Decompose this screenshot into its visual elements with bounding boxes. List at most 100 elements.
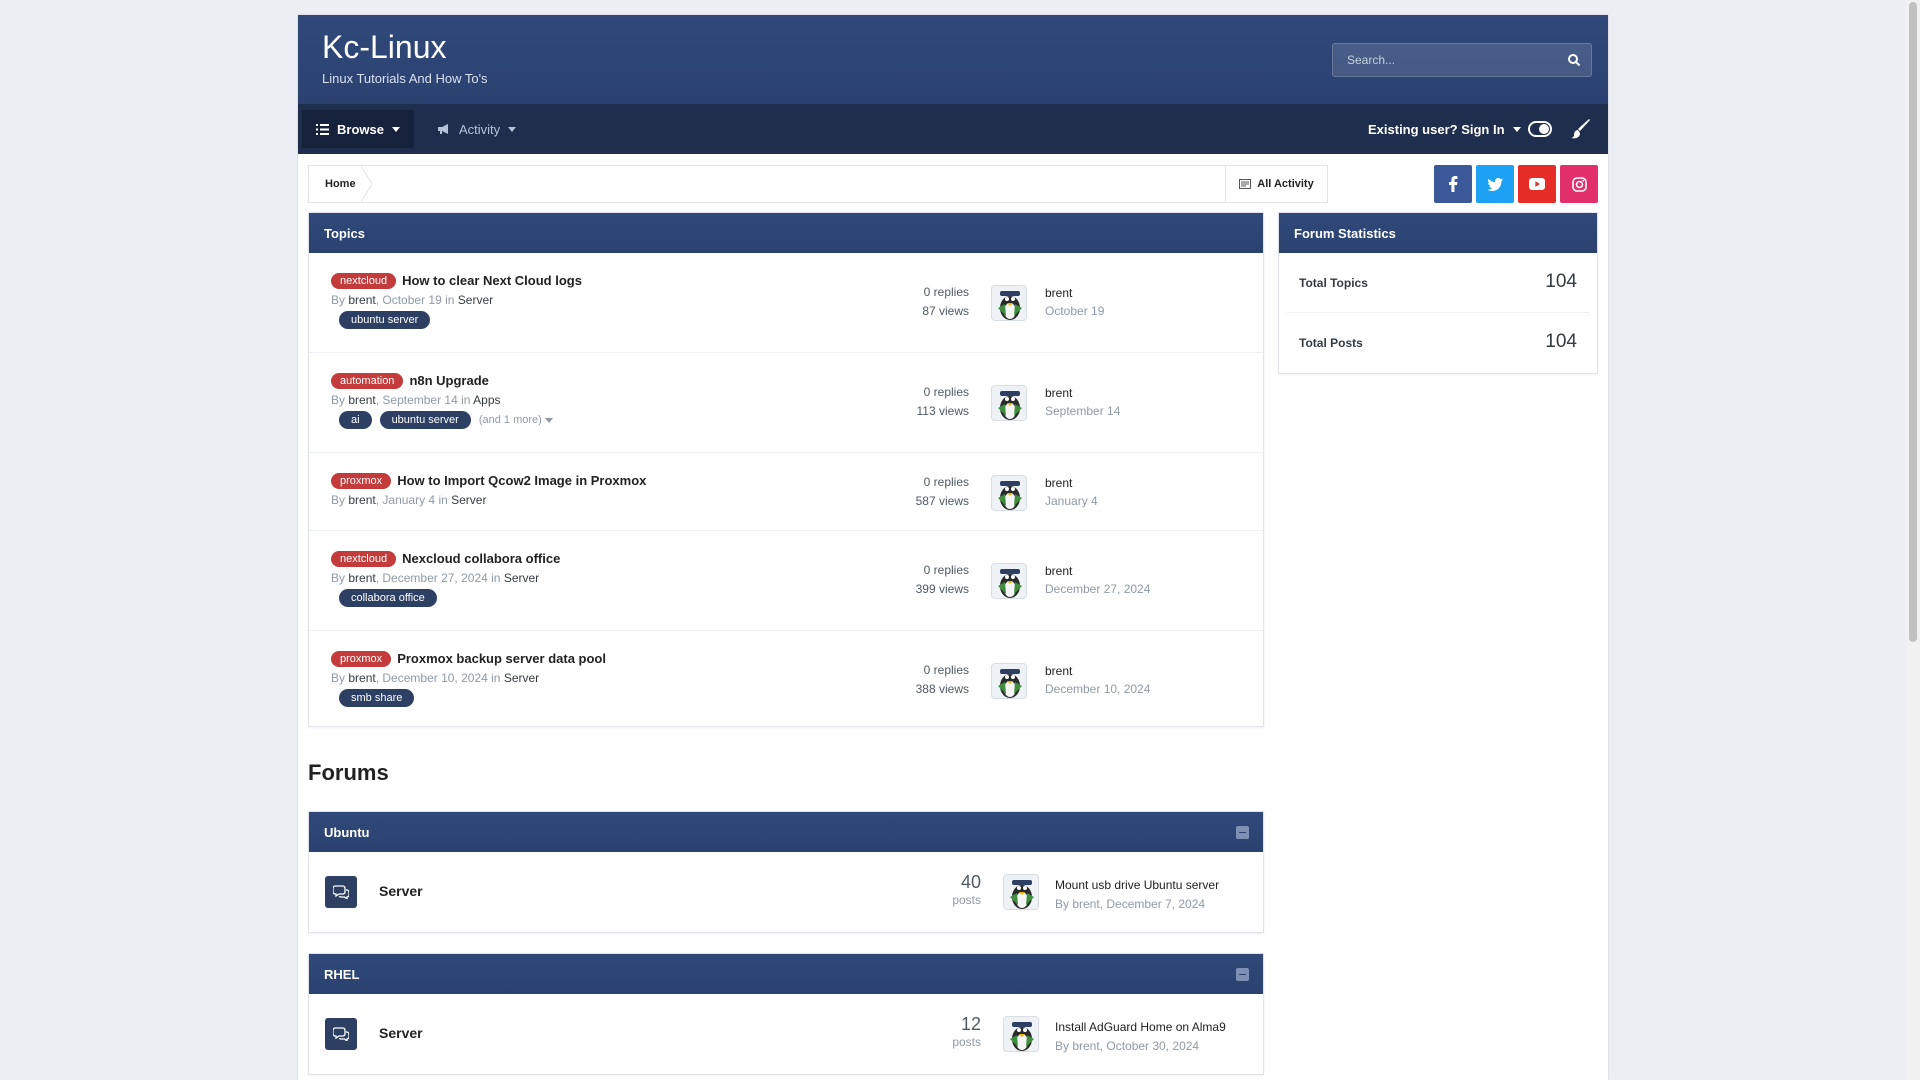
- avatar[interactable]: [991, 475, 1027, 511]
- theme-toggle-icon[interactable]: [1528, 121, 1552, 137]
- total-topics-row: Total Topics 104: [1287, 253, 1589, 313]
- topic-meta: By brent, December 10, 2024 in Server: [331, 671, 540, 685]
- topic-date: October 19: [382, 293, 442, 307]
- topic-forum-link[interactable]: Server: [458, 293, 493, 307]
- forum-statistics-heading: Forum Statistics: [1279, 213, 1597, 253]
- topic-title-link[interactable]: Nexcloud collabora office: [402, 551, 560, 566]
- topic-author-link[interactable]: brent: [348, 293, 375, 307]
- last-poster: brent December 10, 2024: [1045, 662, 1150, 698]
- last-poster-link[interactable]: brent: [1045, 662, 1150, 680]
- by-label: By: [331, 293, 346, 307]
- more-tags-link[interactable]: (and 1 more): [479, 414, 553, 426]
- topic-row[interactable]: automation n8n Upgrade By brent, September…: [309, 353, 1263, 453]
- topic-tags: collabora office: [339, 589, 437, 607]
- forum-category: RHEL Server 12 posts Install AdGuard Home on…: [308, 953, 1264, 1075]
- facebook-button[interactable]: [1434, 165, 1472, 203]
- avatar[interactable]: [1003, 1016, 1039, 1052]
- in-label: in: [445, 293, 455, 307]
- browse-menu-button[interactable]: Browse: [302, 110, 414, 148]
- sign-in-button[interactable]: Existing user? Sign In: [1354, 110, 1535, 148]
- last-post-title-link[interactable]: Install AdGuard Home on Alma9: [1055, 1018, 1226, 1037]
- in-label: in: [438, 493, 448, 507]
- category-title[interactable]: RHEL: [324, 967, 359, 982]
- topic-title-link[interactable]: n8n Upgrade: [409, 373, 488, 388]
- instagram-icon: [1571, 176, 1587, 192]
- topic-title-link[interactable]: How to clear Next Cloud logs: [402, 273, 582, 288]
- topic-forum-link[interactable]: Server: [504, 671, 539, 685]
- forum-chat-icon: [325, 876, 357, 908]
- category-title[interactable]: Ubuntu: [324, 825, 369, 840]
- topic-prefix-badge[interactable]: proxmox: [331, 472, 392, 489]
- topic-forum-link[interactable]: Server: [504, 571, 539, 585]
- collapse-icon[interactable]: [1236, 826, 1249, 839]
- post-count-number: 12: [960, 1014, 981, 1034]
- forums-heading: Forums: [308, 760, 389, 785]
- last-poster-link[interactable]: brent: [1045, 284, 1104, 302]
- topic-forum-link[interactable]: Apps: [473, 393, 500, 407]
- forum-row[interactable]: Server 40 posts Mount usb drive Ubuntu serv…: [309, 852, 1263, 932]
- page-scrollbar[interactable]: [1906, 0, 1920, 1080]
- topic-author-link[interactable]: brent: [348, 393, 375, 407]
- topic-author-link[interactable]: brent: [348, 493, 375, 507]
- tag-badge[interactable]: smb share: [339, 689, 415, 707]
- by-label: By: [331, 671, 346, 685]
- topic-meta: By brent, October 19 in Server: [331, 293, 494, 307]
- last-post-byline: By brent, October 30, 2024: [1055, 1039, 1200, 1053]
- all-activity-link[interactable]: All Activity: [1225, 166, 1327, 202]
- paintbrush-icon[interactable]: [1570, 118, 1592, 140]
- scrollbar-thumb[interactable]: [1909, 2, 1917, 642]
- post-count-label: posts: [952, 893, 981, 907]
- total-topics-label: Total Topics: [1299, 276, 1368, 290]
- topic-author-link[interactable]: brent: [348, 571, 375, 585]
- topic-row[interactable]: proxmox Proxmox backup server data pool By…: [309, 631, 1263, 729]
- forum-name-link[interactable]: Server: [379, 883, 423, 899]
- avatar[interactable]: [1003, 874, 1039, 910]
- activity-menu-button[interactable]: Activity: [423, 110, 530, 148]
- site-header: Kc-Linux Linux Tutorials And How To's: [298, 15, 1608, 104]
- last-poster-link[interactable]: brent: [1045, 474, 1098, 492]
- collapse-icon[interactable]: [1236, 968, 1249, 981]
- tag-badge[interactable]: ubuntu server: [339, 311, 431, 329]
- last-post-date: January 4: [1045, 494, 1098, 508]
- topic-prefix-badge[interactable]: nextcloud: [331, 550, 397, 567]
- search-input[interactable]: [1333, 44, 1553, 76]
- last-post-date: December 27, 2024: [1045, 582, 1151, 596]
- site-title[interactable]: Kc-Linux: [322, 29, 447, 66]
- tag-badge[interactable]: ai: [339, 411, 372, 429]
- search-icon[interactable]: [1567, 53, 1581, 67]
- last-post-date: December 10, 2024: [1045, 682, 1151, 696]
- topic-row[interactable]: nextcloud Nexcloud collabora office By bre…: [309, 531, 1263, 631]
- topic-forum-link[interactable]: Server: [451, 493, 486, 507]
- twitter-button[interactable]: [1476, 165, 1514, 203]
- avatar[interactable]: [991, 285, 1027, 321]
- post-count-label: posts: [952, 1035, 981, 1049]
- topic-row[interactable]: nextcloud How to clear Next Cloud logs By …: [309, 253, 1263, 353]
- view-count: 388 views: [915, 682, 969, 696]
- tag-badge[interactable]: ubuntu server: [379, 411, 471, 429]
- topic-prefix-badge[interactable]: automation: [331, 372, 404, 389]
- last-poster-link[interactable]: brent: [1045, 562, 1150, 580]
- topic-author-link[interactable]: brent: [348, 671, 375, 685]
- topic-prefix-badge[interactable]: nextcloud: [331, 272, 397, 289]
- tag-badge[interactable]: collabora office: [339, 589, 437, 607]
- chevron-down-icon: [391, 126, 400, 132]
- instagram-button[interactable]: [1560, 165, 1598, 203]
- topic-title-link[interactable]: Proxmox backup server data pool: [397, 651, 606, 666]
- avatar[interactable]: [991, 663, 1027, 699]
- youtube-button[interactable]: [1518, 165, 1556, 203]
- topic-row[interactable]: proxmox How to Import Qcow2 Image in Prox…: [309, 453, 1263, 531]
- topic-stats: 0 replies 399 views: [916, 561, 969, 599]
- avatar[interactable]: [991, 563, 1027, 599]
- last-poster: brent December 27, 2024: [1045, 562, 1150, 598]
- category-header: RHEL: [309, 954, 1263, 994]
- topic-prefix-badge[interactable]: proxmox: [331, 650, 392, 667]
- avatar[interactable]: [991, 385, 1027, 421]
- last-poster-link[interactable]: brent: [1045, 384, 1120, 402]
- last-post-title-link[interactable]: Mount usb drive Ubuntu server: [1055, 876, 1219, 895]
- topics-widget: Topics nextcloud How to clear Next Cloud …: [308, 212, 1264, 727]
- forum-row[interactable]: Server 12 posts Install AdGuard Home on Alm…: [309, 994, 1263, 1074]
- topic-title-link[interactable]: How to Import Qcow2 Image in Proxmox: [397, 473, 646, 488]
- topic-date: December 27, 2024: [382, 571, 488, 585]
- forum-name-link[interactable]: Server: [379, 1025, 423, 1041]
- topic-stats: 0 replies 87 views: [922, 283, 969, 321]
